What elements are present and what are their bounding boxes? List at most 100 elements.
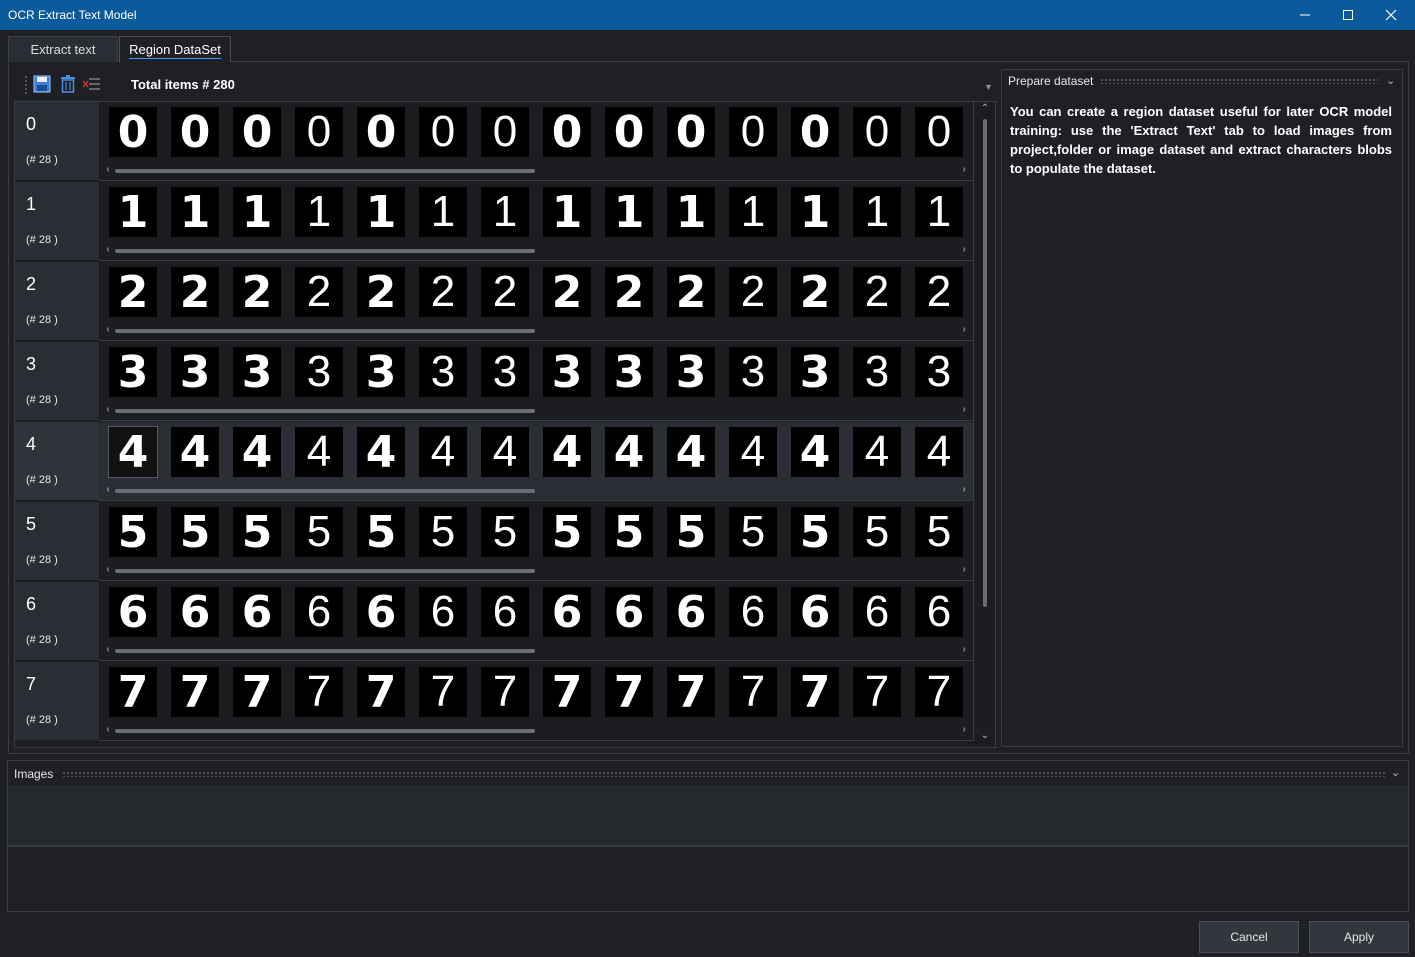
sample-tile[interactable]: 0 xyxy=(109,107,157,158)
dataset-row[interactable]: 2 (# 28 ) 2 2 2 2 2 2 2 2 2 2 2 2 2 2 ‹ › xyxy=(15,262,975,342)
prepare-dataset-header[interactable]: Prepare dataset ⌄ xyxy=(1002,70,1402,92)
sample-tile[interactable]: 1 xyxy=(419,187,467,237)
scroll-left-icon[interactable]: ‹ xyxy=(103,724,113,736)
sample-tile[interactable]: 1 xyxy=(233,187,281,238)
horizontal-scroll-thumb[interactable] xyxy=(115,329,535,333)
sample-tile[interactable]: 3 xyxy=(171,347,219,398)
sample-tile[interactable]: 1 xyxy=(667,187,715,238)
sample-tile[interactable]: 2 xyxy=(233,267,281,318)
horizontal-scroll-thumb[interactable] xyxy=(115,649,535,653)
sample-tile[interactable]: 7 xyxy=(543,667,591,718)
sample-tile[interactable]: 0 xyxy=(605,107,653,158)
sample-tile[interactable]: 2 xyxy=(791,267,839,318)
sample-tile[interactable]: 3 xyxy=(357,347,405,398)
minimize-button[interactable] xyxy=(1284,0,1326,30)
sample-tile[interactable]: 3 xyxy=(667,347,715,398)
sample-tile[interactable]: 4 xyxy=(481,427,529,477)
sample-tile[interactable]: 1 xyxy=(171,187,219,238)
row-label[interactable]: 7 (# 28 ) xyxy=(15,662,99,741)
sample-tile[interactable]: 2 xyxy=(915,267,963,317)
sample-tile[interactable]: 2 xyxy=(543,267,591,318)
sample-tile[interactable]: 4 xyxy=(543,427,591,478)
dataset-row[interactable]: 1 (# 28 ) 1 1 1 1 1 1 1 1 1 1 1 1 1 1 ‹ › xyxy=(15,182,975,262)
row-label[interactable]: 2 (# 28 ) xyxy=(15,262,99,341)
scroll-left-icon[interactable]: ‹ xyxy=(103,324,113,336)
sample-tile[interactable]: 1 xyxy=(915,187,963,237)
sample-tile[interactable]: 7 xyxy=(357,667,405,718)
scroll-left-icon[interactable]: ‹ xyxy=(103,484,113,496)
sample-tile[interactable]: 6 xyxy=(853,587,901,637)
sample-tile[interactable]: 2 xyxy=(481,267,529,317)
sample-tile[interactable]: 5 xyxy=(171,507,219,558)
tab-region-dataset[interactable]: Region DataSet xyxy=(119,36,231,62)
sample-tile[interactable]: 2 xyxy=(853,267,901,317)
sample-tile[interactable]: 1 xyxy=(853,187,901,237)
sample-tile[interactable]: 6 xyxy=(667,587,715,638)
scroll-left-icon[interactable]: ‹ xyxy=(103,164,113,176)
sample-tile[interactable]: 5 xyxy=(419,507,467,557)
scroll-down-icon[interactable]: ⌄ xyxy=(980,730,990,741)
dataset-row[interactable]: 3 (# 28 ) 3 3 3 3 3 3 3 3 3 3 3 3 3 3 ‹ › xyxy=(15,342,975,422)
chevron-down-icon[interactable]: ⌄ xyxy=(1386,74,1395,87)
sample-tile[interactable]: 7 xyxy=(171,667,219,718)
scroll-right-icon[interactable]: › xyxy=(959,564,969,576)
sample-tile[interactable]: 1 xyxy=(109,187,157,238)
sample-tile[interactable]: 6 xyxy=(543,587,591,638)
scroll-up-icon[interactable]: ⌃ xyxy=(980,103,990,114)
dataset-row[interactable]: 6 (# 28 ) 6 6 6 6 6 6 6 6 6 6 6 6 6 6 ‹ › xyxy=(15,582,975,662)
sample-tile[interactable]: 6 xyxy=(419,587,467,637)
sample-tile[interactable]: 3 xyxy=(853,347,901,397)
sample-tile[interactable]: 6 xyxy=(481,587,529,637)
sample-tile[interactable]: 6 xyxy=(295,587,343,637)
sample-tile[interactable]: 3 xyxy=(233,347,281,398)
sample-tile[interactable]: 4 xyxy=(357,427,405,478)
sample-tile[interactable]: 5 xyxy=(233,507,281,558)
sample-tile[interactable]: 4 xyxy=(605,427,653,478)
sample-tile[interactable]: 6 xyxy=(357,587,405,638)
sample-tile[interactable]: 3 xyxy=(109,347,157,398)
sample-tile[interactable]: 0 xyxy=(791,107,839,158)
row-label[interactable]: 1 (# 28 ) xyxy=(15,182,99,261)
row-label[interactable]: 4 (# 28 ) xyxy=(15,422,99,501)
horizontal-scroll-thumb[interactable] xyxy=(115,169,535,173)
sample-tile[interactable]: 5 xyxy=(791,507,839,558)
sample-tile[interactable]: 5 xyxy=(667,507,715,558)
sample-tile[interactable]: 0 xyxy=(419,107,467,157)
scroll-left-icon[interactable]: ‹ xyxy=(103,244,113,256)
sample-tile[interactable]: 4 xyxy=(171,427,219,478)
save-button[interactable] xyxy=(31,73,53,95)
row-label[interactable]: 3 (# 28 ) xyxy=(15,342,99,421)
scroll-left-icon[interactable]: ‹ xyxy=(103,404,113,416)
sample-tile[interactable]: 0 xyxy=(667,107,715,158)
images-area[interactable] xyxy=(8,785,1408,847)
maximize-button[interactable] xyxy=(1327,0,1369,30)
sample-tile[interactable]: 5 xyxy=(543,507,591,558)
horizontal-scroll-thumb[interactable] xyxy=(115,409,535,413)
sample-tile[interactable]: 6 xyxy=(729,587,777,637)
sample-tile[interactable]: 5 xyxy=(915,507,963,557)
dataset-list[interactable]: 0 (# 28 ) 0 0 0 0 0 0 0 0 0 0 0 0 0 0 ‹ › 1 (# 28 ) 1 1 1 1 1 1 1 1… xyxy=(14,101,996,748)
chevron-down-icon[interactable]: ⌄ xyxy=(1391,766,1400,779)
sample-tile[interactable]: 7 xyxy=(791,667,839,718)
sample-tile[interactable]: 3 xyxy=(295,347,343,397)
toolbar-overflow-icon[interactable]: ▼ xyxy=(984,82,994,96)
sample-tile[interactable]: 2 xyxy=(357,267,405,318)
sample-tile[interactable]: 6 xyxy=(171,587,219,638)
vertical-scrollbar[interactable]: ⌃ ⌄ xyxy=(978,103,992,744)
scroll-right-icon[interactable]: › xyxy=(959,724,969,736)
sample-tile[interactable]: 3 xyxy=(605,347,653,398)
sample-tile[interactable]: 0 xyxy=(853,107,901,157)
sample-tile[interactable]: 7 xyxy=(233,667,281,718)
sample-tile[interactable]: 2 xyxy=(419,267,467,317)
scroll-right-icon[interactable]: › xyxy=(959,484,969,496)
scroll-right-icon[interactable]: › xyxy=(959,324,969,336)
horizontal-scroll-thumb[interactable] xyxy=(115,249,535,253)
sample-tile[interactable]: 4 xyxy=(295,427,343,477)
sample-tile[interactable]: 4 xyxy=(108,426,158,478)
row-label[interactable]: 6 (# 28 ) xyxy=(15,582,99,661)
sample-tile[interactable]: 5 xyxy=(481,507,529,557)
sample-tile[interactable]: 1 xyxy=(729,187,777,237)
sample-tile[interactable]: 7 xyxy=(481,667,529,717)
sample-tile[interactable]: 1 xyxy=(481,187,529,237)
row-label[interactable]: 5 (# 28 ) xyxy=(15,502,99,581)
